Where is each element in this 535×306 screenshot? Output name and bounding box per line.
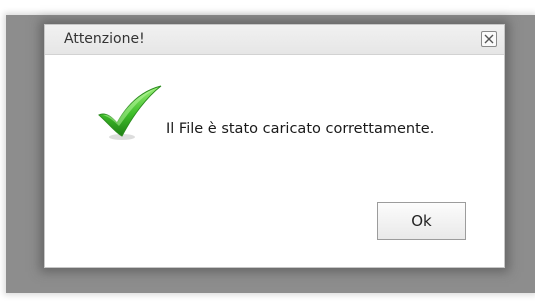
close-button[interactable] — [481, 31, 497, 47]
close-icon — [484, 34, 494, 44]
dialog-message: Il File è stato caricato correttamente. — [166, 121, 435, 137]
ok-button[interactable]: Ok — [377, 202, 466, 240]
screen: Attenzione! Il File è stato caricato cor… — [0, 0, 535, 306]
dialog-titlebar: Attenzione! — [45, 25, 504, 55]
alert-dialog: Attenzione! Il File è stato caricato cor… — [44, 24, 505, 268]
checkmark-icon — [98, 85, 162, 140]
dialog-title: Attenzione! — [64, 31, 145, 47]
